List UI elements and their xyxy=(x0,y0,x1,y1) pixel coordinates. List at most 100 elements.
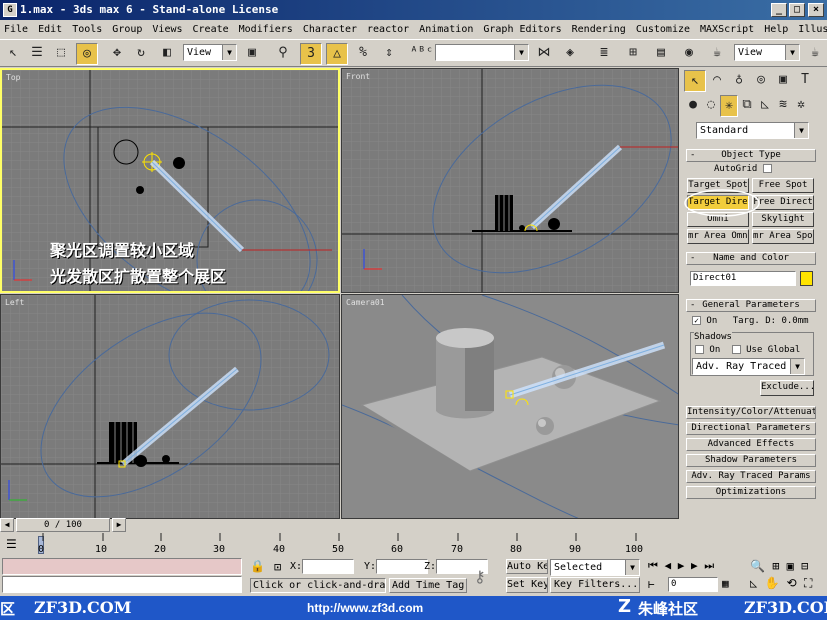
layer-manager-icon[interactable]: ≣ xyxy=(593,43,615,65)
space-warps-icon[interactable]: ≋ xyxy=(774,95,792,117)
spinner-snap-icon[interactable]: ⇕ xyxy=(378,43,400,65)
intensity-rollout-header[interactable]: Intensity/Color/Attenuation xyxy=(686,406,816,419)
mirror-icon[interactable]: ⋈ xyxy=(533,43,555,65)
percent-snap-icon[interactable]: % xyxy=(352,43,374,65)
systems-icon[interactable]: ✲ xyxy=(792,95,810,117)
menu-maxscript[interactable]: MAXScript xyxy=(700,24,754,35)
menu-reactor[interactable]: reactor xyxy=(367,24,409,35)
goto-start-icon[interactable]: ⏮ xyxy=(648,559,658,572)
shadow-type-dropdown[interactable]: Adv. Ray Traced ▼ xyxy=(692,358,805,375)
auto-key-button[interactable]: Auto Key xyxy=(506,559,548,574)
menu-tools[interactable]: Tools xyxy=(72,24,102,35)
key-icon[interactable]: ⚷ xyxy=(474,567,486,586)
set-key-button[interactable]: Set Key xyxy=(506,577,548,593)
menu-edit[interactable]: Edit xyxy=(38,24,62,35)
helpers-icon[interactable]: ◺ xyxy=(756,95,774,117)
maximize-viewport-icon[interactable]: ⛶ xyxy=(804,576,812,590)
utilities-tab-icon[interactable]: T xyxy=(794,70,816,92)
select-by-name-icon[interactable]: ☰ xyxy=(26,43,48,65)
render-type-dropdown[interactable]: View ▼ xyxy=(734,44,800,61)
hierarchy-tab-icon[interactable]: ♁ xyxy=(728,70,750,92)
create-tab-icon[interactable]: ↖ xyxy=(684,70,706,92)
object-color-swatch[interactable] xyxy=(800,271,813,286)
lock-selection-icon[interactable]: 🔒 xyxy=(250,559,265,573)
cameras-icon[interactable]: ⧉ xyxy=(738,95,756,117)
object-type-rollout-header[interactable]: - Object Type xyxy=(686,149,816,162)
exclude-button[interactable]: Exclude... xyxy=(760,380,814,396)
render-scene-icon[interactable]: ☕ xyxy=(706,43,728,65)
viewport-front[interactable]: Front xyxy=(341,68,679,293)
autogrid-checkbox[interactable] xyxy=(762,164,772,173)
viewport-left[interactable]: Left xyxy=(0,294,340,519)
snap-3d-icon[interactable]: 3 xyxy=(300,43,322,65)
footer-url[interactable]: http://www.zf3d.com xyxy=(307,601,423,615)
zoom-extents-icon[interactable]: ▣ xyxy=(787,559,794,573)
name-color-rollout-header[interactable]: - Name and Color xyxy=(686,252,816,265)
time-slider-thumb[interactable]: 0 / 100 xyxy=(16,518,110,532)
menu-help[interactable]: Help xyxy=(764,24,788,35)
viewport-label[interactable]: Front xyxy=(346,72,370,81)
advanced-effects-rollout-header[interactable]: Advanced Effects xyxy=(686,438,816,451)
directional-rollout-header[interactable]: Directional Parameters xyxy=(686,422,816,435)
selection-set-dropdown[interactable]: Selected ▼ xyxy=(550,559,640,576)
track-bar[interactable]: ☰ 0 10 20 30 40 50 60 70 80 90 100 xyxy=(0,533,680,557)
maximize-button[interactable]: □ xyxy=(789,3,805,17)
prev-key-icon[interactable]: ◀ xyxy=(665,559,672,572)
field-of-view-icon[interactable]: ◺ xyxy=(750,576,757,590)
menu-views[interactable]: Views xyxy=(152,24,182,35)
named-selection-dropdown[interactable]: ▼ xyxy=(435,44,529,61)
shadow-params-rollout-header[interactable]: Shadow Parameters xyxy=(686,454,816,467)
mr-area-omni-button[interactable]: mr Area Omni xyxy=(687,229,749,244)
optimizations-rollout-header[interactable]: Optimizations xyxy=(686,486,816,499)
general-params-rollout-header[interactable]: - General Parameters xyxy=(686,299,816,312)
use-global-checkbox[interactable] xyxy=(731,345,741,354)
zoom-all-icon[interactable]: ⊞ xyxy=(772,559,779,573)
prev-frame-icon[interactable]: ◀ xyxy=(0,518,14,532)
minimize-button[interactable]: _ xyxy=(771,3,787,17)
time-config-icon[interactable]: ▦ xyxy=(722,577,729,590)
goto-end-icon[interactable]: ⏭ xyxy=(704,559,714,572)
key-mode-icon[interactable]: ⊢ xyxy=(648,578,655,591)
current-frame-field[interactable]: 0 xyxy=(668,577,718,592)
select-manipulate-icon[interactable]: ⚲ xyxy=(272,43,294,65)
3ds-max-icon[interactable]: G xyxy=(3,3,17,17)
move-icon[interactable]: ✥ xyxy=(106,43,128,65)
zoom-extents-all-icon[interactable]: ⊟ xyxy=(801,559,808,573)
shadows-on-checkbox[interactable] xyxy=(695,345,704,354)
menu-animation[interactable]: Animation xyxy=(419,24,473,35)
absolute-mode-icon[interactable]: ⊡ xyxy=(274,560,281,574)
reference-coord-dropdown[interactable]: View ▼ xyxy=(183,44,237,61)
object-name-field[interactable]: Direct01 xyxy=(690,271,796,286)
modify-tab-icon[interactable]: ⌒ xyxy=(706,70,728,92)
viewport-label[interactable]: Top xyxy=(6,73,20,82)
light-on-checkbox[interactable]: ✓ xyxy=(692,316,701,325)
menu-graph-editors[interactable]: Graph Editors xyxy=(483,24,561,35)
menu-file[interactable]: File xyxy=(4,24,28,35)
x-coord-field[interactable] xyxy=(302,559,354,574)
display-tab-icon[interactable]: ▣ xyxy=(772,70,794,92)
menu-character[interactable]: Character xyxy=(303,24,357,35)
key-filters-button[interactable]: Key Filters... xyxy=(550,577,640,593)
viewport-camera[interactable]: Camera01 xyxy=(341,294,679,519)
quick-render-icon[interactable]: ☕ xyxy=(804,43,826,65)
mr-area-spot-button[interactable]: mr Area Spot xyxy=(752,229,814,244)
maxscript-listener-pink[interactable] xyxy=(2,558,242,575)
play-icon[interactable]: ▶ xyxy=(678,559,685,572)
menu-modifiers[interactable]: Modifiers xyxy=(239,24,293,35)
category-dropdown[interactable]: Standard ▼ xyxy=(696,122,809,139)
pan-icon[interactable]: ✋ xyxy=(764,576,779,590)
motion-tab-icon[interactable]: ◎ xyxy=(750,70,772,92)
rect-selection-icon[interactable]: ⬚ xyxy=(50,43,72,65)
zoom-icon[interactable]: 🔍 xyxy=(750,559,765,573)
add-time-tag-button[interactable]: Add Time Tag xyxy=(389,578,467,593)
orbit-icon[interactable]: ⟲ xyxy=(787,576,797,590)
select-arrow-icon[interactable]: ↖ xyxy=(2,43,24,65)
material-editor-icon[interactable]: ◉ xyxy=(678,43,700,65)
menu-rendering[interactable]: Rendering xyxy=(572,24,626,35)
geometry-icon[interactable]: ● xyxy=(684,95,702,117)
lights-icon[interactable]: ✳ xyxy=(720,95,738,117)
raytraced-params-rollout-header[interactable]: Adv. Ray Traced Params xyxy=(686,470,816,483)
close-button[interactable]: × xyxy=(808,3,824,17)
y-coord-field[interactable] xyxy=(376,559,428,574)
next-frame-icon[interactable]: ▶ xyxy=(112,518,126,532)
